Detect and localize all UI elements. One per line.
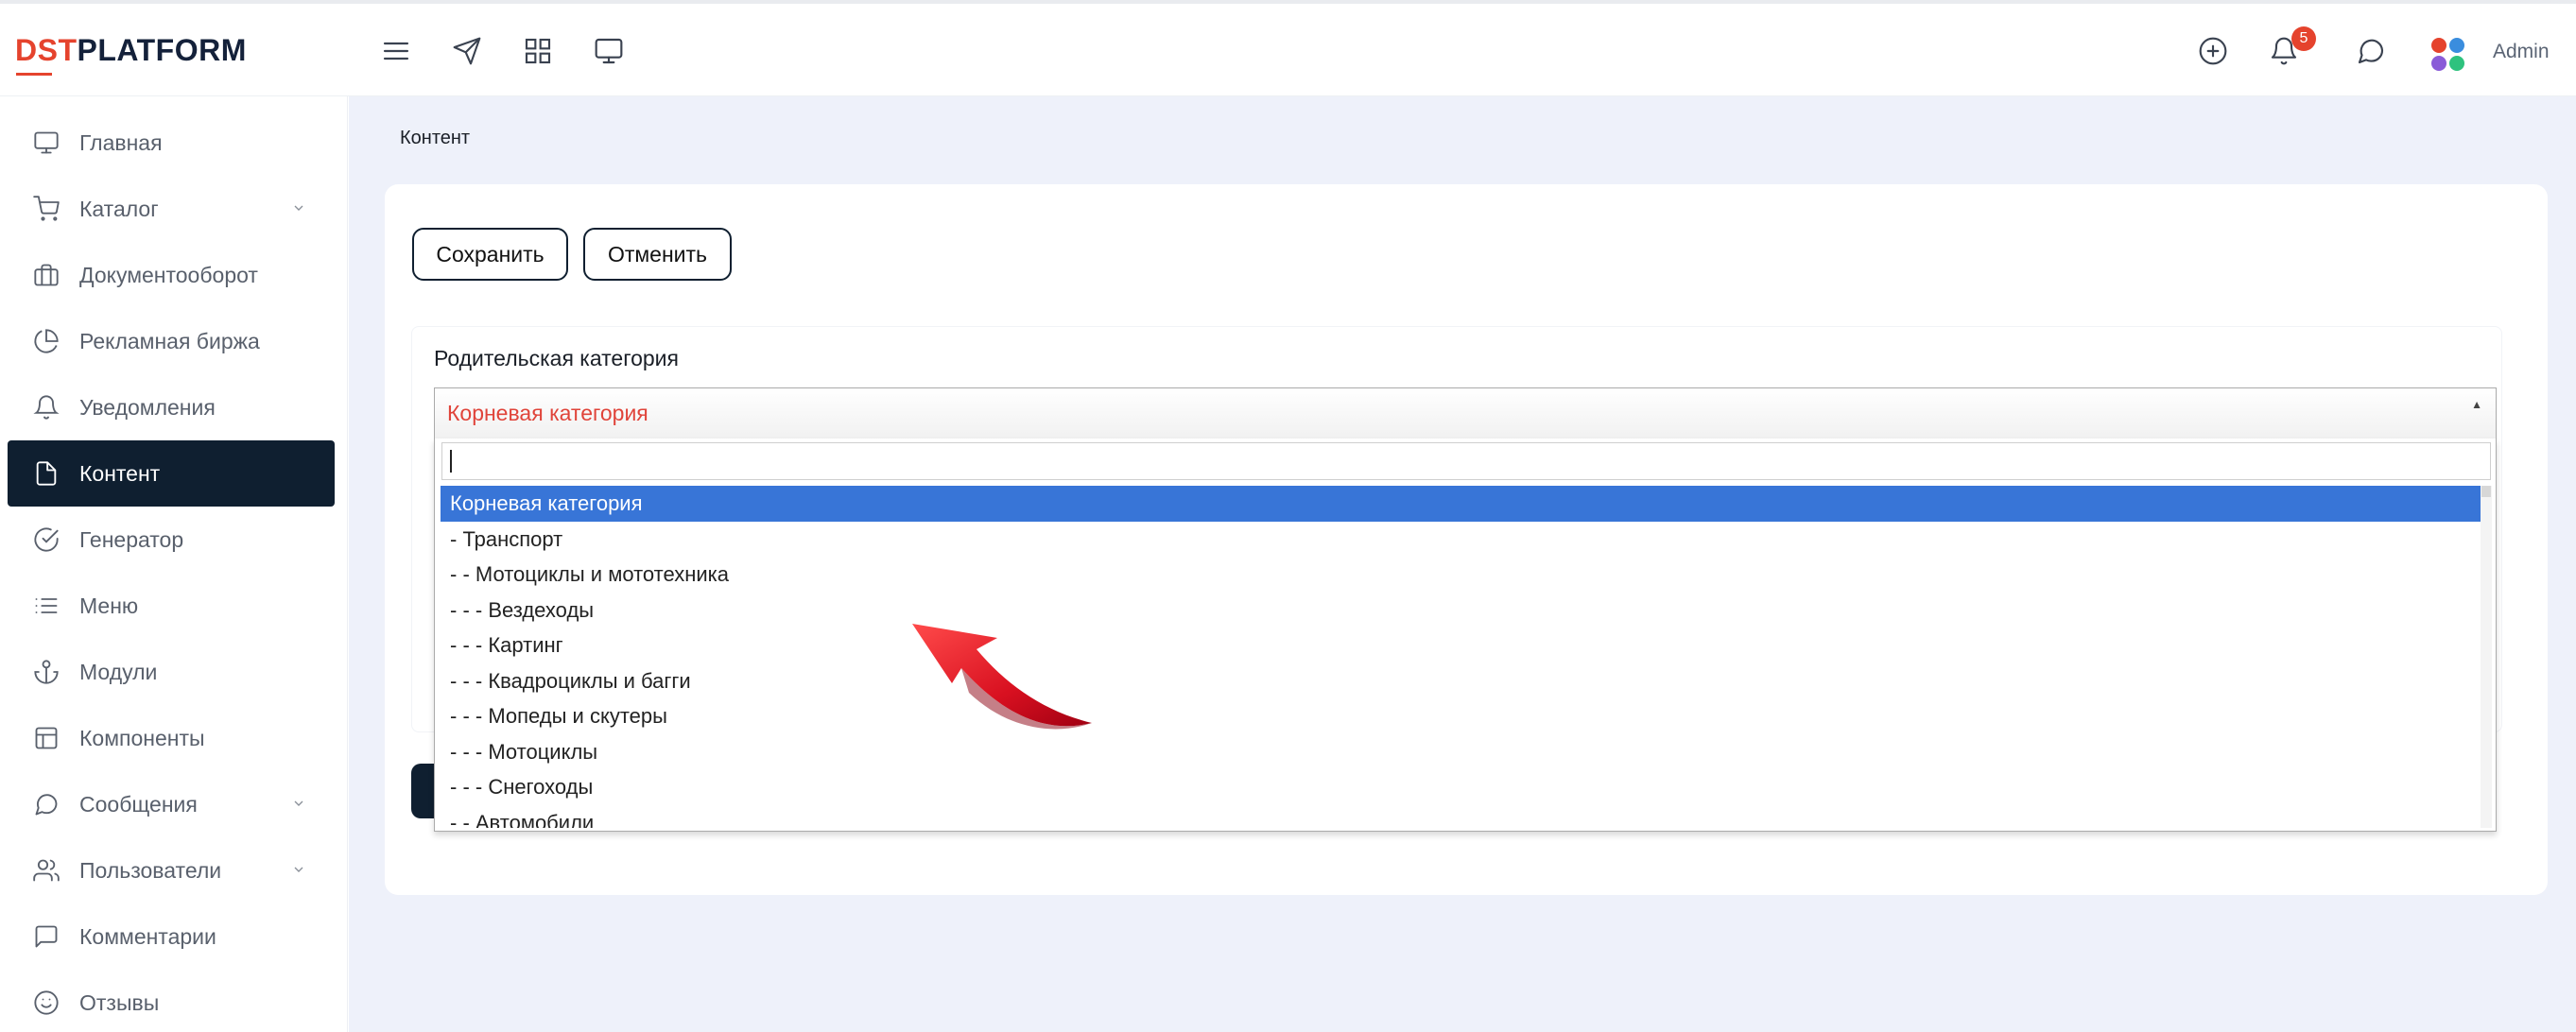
sidebar-item-ad-exchange[interactable]: Рекламная биржа bbox=[8, 308, 335, 374]
sidebar-item-label: Компоненты bbox=[79, 725, 205, 750]
notification-count-badge: 5 bbox=[2291, 26, 2316, 51]
parent-category-select[interactable]: Корневая категория ▲ bbox=[434, 387, 2497, 439]
dropdown-option[interactable]: - Транспорт bbox=[441, 522, 2481, 558]
bell-icon bbox=[32, 393, 61, 421]
sidebar-item-label: Контент bbox=[79, 460, 161, 486]
users-icon bbox=[32, 856, 61, 885]
briefcase-icon bbox=[32, 261, 61, 289]
list-icon bbox=[32, 592, 61, 620]
dropdown-option[interactable]: Корневая категория bbox=[441, 486, 2481, 522]
dropdown-search-input[interactable] bbox=[441, 442, 2491, 480]
parent-category-label: Родительская категория bbox=[434, 346, 679, 370]
pie-chart-icon bbox=[32, 327, 61, 355]
dropdown-option[interactable]: - - - Картинг bbox=[441, 628, 2481, 663]
sidebar-item-comments[interactable]: Комментарии bbox=[8, 903, 335, 970]
logo-underline bbox=[16, 73, 52, 76]
chevron-down-icon bbox=[291, 862, 306, 877]
sidebar-item-label: Сообщения bbox=[79, 791, 198, 817]
sidebar-item-label: Рекламная биржа bbox=[79, 328, 260, 353]
sidebar-item-label: Главная bbox=[79, 129, 163, 155]
dropdown-option[interactable]: - - - Вездеходы bbox=[441, 593, 2481, 628]
sidebar-item-home[interactable]: Главная bbox=[8, 110, 335, 176]
dropdown-option[interactable]: - - - Мопеды и скутеры bbox=[441, 698, 2481, 734]
sidebar-item-reviews[interactable]: Отзывы bbox=[8, 970, 335, 1032]
smile-icon bbox=[32, 989, 61, 1017]
monitor-icon[interactable] bbox=[592, 34, 626, 68]
sidebar-item-label: Комментарии bbox=[79, 923, 216, 949]
sidebar-item-generator[interactable]: Генератор bbox=[8, 507, 335, 573]
sidebar-item-catalog[interactable]: Каталог bbox=[8, 176, 335, 242]
scrollbar-thumb[interactable] bbox=[2481, 486, 2491, 497]
sidebar-item-label: Уведомления bbox=[79, 394, 216, 420]
sidebar-item-label: Генератор bbox=[79, 526, 184, 552]
sidebar-item-users[interactable]: Пользователи bbox=[8, 837, 335, 903]
sidebar-item-content[interactable]: Контент bbox=[8, 440, 335, 507]
chevron-down-icon bbox=[291, 796, 306, 811]
sidebar-item-label: Пользователи bbox=[79, 857, 222, 883]
logo-brand-text: DST bbox=[15, 33, 78, 67]
sidebar-item-label: Модули bbox=[79, 659, 158, 684]
sidebar-item-label: Меню bbox=[79, 593, 139, 618]
category-dropdown: Корневая категория - Транспорт - - Мотоц… bbox=[434, 439, 2497, 832]
file-icon bbox=[32, 459, 61, 488]
monitor-icon bbox=[32, 129, 61, 157]
layout-icon bbox=[32, 724, 61, 752]
sidebar-item-documents[interactable]: Документооборот bbox=[8, 242, 335, 308]
anchor-icon bbox=[32, 658, 61, 686]
dst-platform-logo[interactable]: DSTPLATFORM bbox=[15, 33, 247, 76]
cancel-button[interactable]: Отменить bbox=[583, 228, 732, 281]
dropdown-option[interactable]: - - Мотоциклы и мототехника bbox=[441, 557, 2481, 593]
dropdown-options-list: Корневая категория - Транспорт - - Мотоц… bbox=[441, 486, 2481, 828]
breadcrumb[interactable]: Контент bbox=[400, 128, 470, 149]
sidebar-item-modules[interactable]: Модули bbox=[8, 639, 335, 705]
message-square-icon bbox=[32, 922, 61, 951]
dropdown-scrollbar[interactable] bbox=[2481, 486, 2492, 828]
send-icon[interactable] bbox=[450, 34, 484, 68]
caret-up-icon[interactable]: ▲ bbox=[2471, 398, 2482, 411]
sidebar: Главная Каталог Документооборот Рекламна… bbox=[0, 96, 348, 1032]
sidebar-item-messages[interactable]: Сообщения bbox=[8, 771, 335, 837]
apps-logo-icon[interactable] bbox=[2431, 38, 2465, 72]
sidebar-item-components[interactable]: Компоненты bbox=[8, 705, 335, 771]
text-caret bbox=[450, 450, 452, 473]
dropdown-option[interactable]: - - - Мотоциклы bbox=[441, 734, 2481, 770]
red-arrow-icon bbox=[912, 624, 1092, 730]
save-button[interactable]: Сохранить bbox=[412, 228, 568, 281]
top-header: DSTPLATFORM 5 Admin bbox=[0, 4, 2576, 96]
dropdown-option[interactable]: - - Автомобили bbox=[441, 805, 2481, 829]
chevron-down-icon bbox=[291, 200, 306, 215]
check-circle-icon bbox=[32, 525, 61, 554]
sidebar-item-menu[interactable]: Меню bbox=[8, 573, 335, 639]
logo-rest-text: PLATFORM bbox=[77, 33, 247, 67]
chat-icon[interactable] bbox=[2354, 34, 2388, 68]
sidebar-item-label: Отзывы bbox=[79, 989, 160, 1015]
sidebar-item-label: Каталог bbox=[79, 196, 159, 221]
selected-value: Корневая категория bbox=[447, 401, 648, 425]
dropdown-option[interactable]: - - - Снегоходы bbox=[441, 769, 2481, 805]
message-circle-icon bbox=[32, 790, 61, 818]
plus-circle-icon[interactable] bbox=[2196, 34, 2230, 68]
user-name[interactable]: Admin bbox=[2493, 41, 2550, 63]
grid-icon[interactable] bbox=[521, 34, 555, 68]
cart-icon bbox=[32, 195, 61, 223]
menu-icon[interactable] bbox=[379, 34, 413, 68]
sidebar-item-notifications[interactable]: Уведомления bbox=[8, 374, 335, 440]
sidebar-item-label: Документооборот bbox=[79, 262, 258, 287]
dropdown-option[interactable]: - - - Квадроциклы и багги bbox=[441, 663, 2481, 699]
